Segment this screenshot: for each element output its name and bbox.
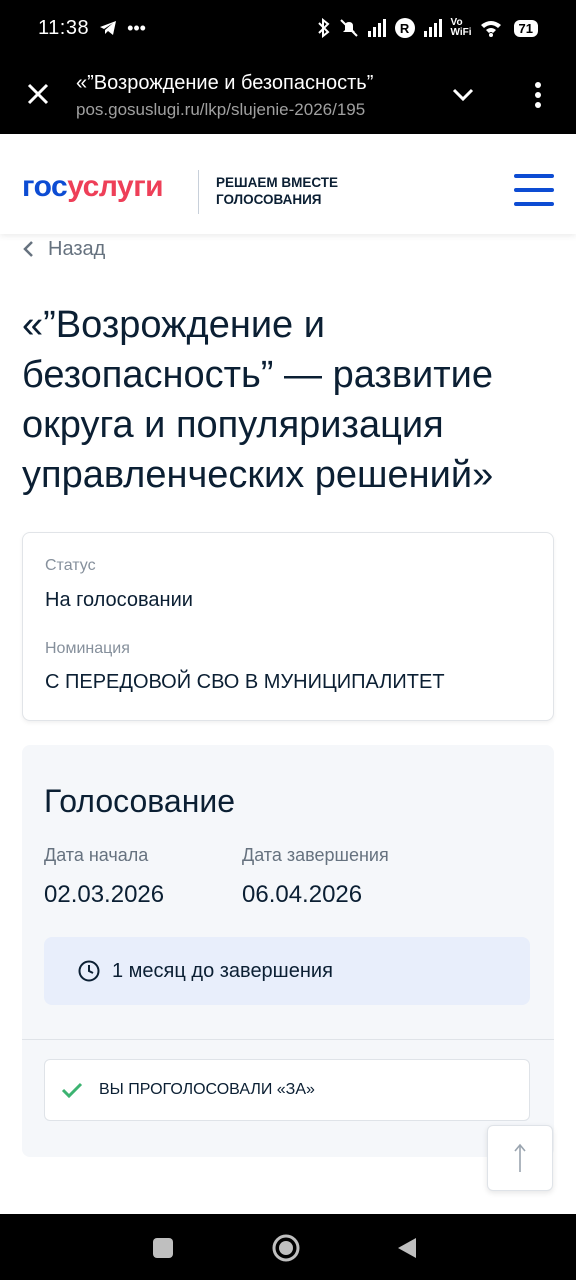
back-link[interactable]: Назад: [22, 236, 105, 262]
scroll-to-top-button[interactable]: [487, 1125, 553, 1191]
roaming-badge: R: [394, 18, 415, 38]
bluetooth-icon: [317, 18, 330, 38]
recents-button[interactable]: [153, 1238, 173, 1258]
system-nav-bar: [0, 1214, 576, 1280]
chevron-down-icon[interactable]: [450, 82, 476, 108]
browser-toolbar: «”Возрождение и безопасность” pos.gosusl…: [0, 56, 576, 134]
site-header: госуслуги РЕШАЕМ ВМЕСТЕ ГОЛОСОВАНИЯ: [0, 134, 576, 234]
page-title: «”Возрождение и безопасность” — развитие…: [22, 304, 494, 496]
status-time: 11:38: [38, 16, 90, 39]
checkmark-icon: [61, 1082, 83, 1099]
signal-icon-2: [423, 19, 442, 37]
nomination-value: С ПЕРЕДОВОЙ СВО В МУНИЦИПАЛИТЕТ: [45, 671, 445, 693]
vote-status: ВЫ ПРОГОЛОСОВАЛИ «ЗА»: [44, 1059, 530, 1121]
browser-page-title: «”Возрождение и безопасность”: [76, 72, 374, 94]
logo-part2: услуги: [67, 170, 164, 203]
info-card: Статус На голосовании Номинация С ПЕРЕДО…: [22, 532, 554, 721]
tagline-line2: ГОЛОСОВАНИЯ: [216, 192, 322, 207]
vowifi-indicator: Vo WiFi: [451, 18, 472, 38]
more-notifications-icon: •••: [127, 17, 146, 38]
back-triangle-button[interactable]: [396, 1236, 418, 1260]
status-bar: 11:38 ••• R Vo WiFi 71: [0, 0, 576, 56]
home-button[interactable]: [272, 1234, 300, 1262]
vote-status-text: ВЫ ПРОГОЛОСОВАЛИ «ЗА»: [99, 1081, 315, 1098]
start-date-value: 02.03.2026: [44, 881, 165, 908]
clock-icon: [78, 960, 100, 982]
voting-heading: Голосование: [44, 783, 236, 819]
start-date-label: Дата начала: [44, 845, 149, 865]
nomination-label: Номинация: [45, 640, 130, 657]
logo-part1: гос: [22, 170, 68, 203]
voting-divider: [22, 1039, 554, 1040]
time-remaining-banner: 1 месяц до завершения: [44, 937, 530, 1005]
hamburger-menu-icon[interactable]: [514, 174, 554, 206]
signal-icon-1: [367, 19, 386, 37]
header-divider: [198, 170, 199, 214]
arrow-up-icon: [514, 1143, 526, 1172]
wifi-icon: [480, 21, 501, 37]
vowifi-line2: WiFi: [450, 27, 472, 38]
voting-section: Голосование Дата начала Дата завершения …: [22, 745, 554, 1157]
end-date-value: 06.04.2026: [242, 881, 363, 908]
status-value: На голосовании: [45, 589, 193, 611]
gosuslugi-logo[interactable]: госуслуги: [22, 170, 164, 204]
close-icon[interactable]: [24, 80, 52, 108]
status-label: Статус: [45, 557, 96, 574]
chevron-left-icon: [23, 241, 33, 257]
more-vert-icon[interactable]: [530, 82, 546, 108]
telegram-icon: [100, 21, 117, 35]
tagline-line1: РЕШАЕМ ВМЕСТЕ: [216, 175, 338, 190]
end-date-label: Дата завершения: [242, 845, 389, 865]
header-tagline: РЕШАЕМ ВМЕСТЕ ГОЛОСОВАНИЯ: [216, 174, 338, 208]
browser-url[interactable]: pos.gosuslugi.ru/lkp/slujenie-2026/195: [76, 100, 365, 120]
back-label: Назад: [48, 237, 106, 260]
battery-indicator: 71: [513, 19, 538, 37]
time-remaining-text: 1 месяц до завершения: [112, 959, 333, 982]
mute-icon: [339, 19, 358, 37]
